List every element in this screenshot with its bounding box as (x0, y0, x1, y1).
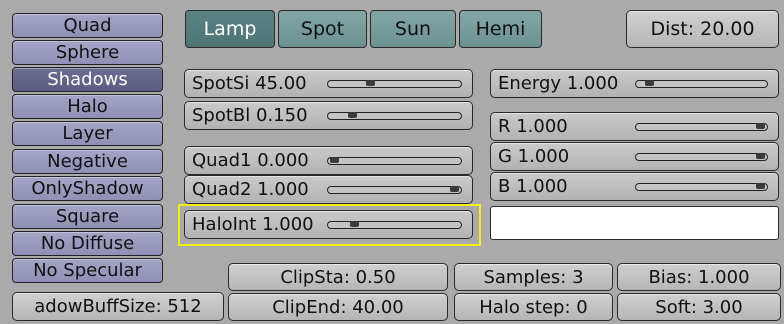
green-slider[interactable]: G 1.000 (490, 142, 779, 171)
spot-size-slider[interactable]: SpotSi 45.00 (184, 69, 473, 98)
slider-knob[interactable] (348, 111, 357, 118)
clip-end-field[interactable]: ClipEnd: 40.00 (228, 293, 448, 321)
quad2-slider[interactable]: Quad2 1.000 (184, 175, 473, 204)
slider-knob[interactable] (756, 152, 765, 159)
red-label: R 1.000 (498, 116, 568, 137)
clip-start-field[interactable]: ClipSta: 0.50 (228, 263, 448, 291)
sphere-toggle[interactable]: Sphere (12, 40, 163, 65)
no-specular-toggle[interactable]: No Specular (12, 258, 163, 283)
energy-label: Energy 1.000 (498, 73, 619, 94)
slider-track (327, 111, 462, 120)
slider-track (635, 182, 768, 191)
quad1-label: Quad1 0.000 (192, 150, 309, 171)
samples-field[interactable]: Samples: 3 (454, 263, 613, 291)
layer-toggle[interactable]: Layer (12, 121, 163, 146)
negative-toggle[interactable]: Negative (12, 149, 163, 174)
red-slider[interactable]: R 1.000 (490, 112, 779, 141)
slider-track (327, 79, 462, 88)
color-swatch[interactable] (490, 206, 779, 240)
slider-track (635, 79, 768, 88)
lamp-type-sun-tab[interactable]: Sun (370, 10, 456, 48)
lamp-type-spot-tab[interactable]: Spot (278, 10, 367, 48)
slider-knob[interactable] (756, 122, 765, 129)
shadows-toggle[interactable]: Shadows (12, 67, 163, 92)
slider-track (327, 156, 462, 165)
slider-track (327, 185, 462, 194)
green-label: G 1.000 (498, 146, 570, 167)
bias-field[interactable]: Bias: 1.000 (617, 263, 781, 291)
slider-knob[interactable] (450, 185, 459, 192)
halo-intensity-label: HaloInt 1.000 (192, 214, 314, 235)
shadow-buffer-size-field[interactable]: adowBuffSize: 512 (12, 292, 224, 321)
lamp-type-hemi-tab[interactable]: Hemi (459, 10, 542, 48)
blue-slider[interactable]: B 1.000 (490, 172, 779, 201)
onlyshadow-toggle[interactable]: OnlyShadow (12, 176, 163, 201)
slider-knob[interactable] (366, 79, 375, 86)
halo-step-field[interactable]: Halo step: 0 (454, 293, 613, 321)
spot-blend-label: SpotBl 0.150 (192, 105, 308, 126)
square-toggle[interactable]: Square (12, 204, 163, 229)
slider-knob[interactable] (330, 156, 339, 163)
soft-field[interactable]: Soft: 3.00 (617, 293, 781, 321)
spot-blend-slider[interactable]: SpotBl 0.150 (184, 101, 473, 130)
quad2-label: Quad2 1.000 (192, 179, 309, 200)
slider-knob[interactable] (645, 79, 655, 86)
lamp-type-lamp-tab[interactable]: Lamp (185, 10, 275, 48)
quad-toggle[interactable]: Quad (12, 13, 163, 38)
slider-track (635, 122, 768, 131)
blue-label: B 1.000 (498, 176, 568, 197)
quad1-slider[interactable]: Quad1 0.000 (184, 146, 473, 175)
slider-knob[interactable] (756, 182, 765, 189)
slider-knob[interactable] (350, 220, 360, 227)
slider-track (635, 152, 768, 161)
halo-intensity-slider[interactable]: HaloInt 1.000 (184, 210, 473, 239)
energy-slider[interactable]: Energy 1.000 (490, 69, 779, 98)
spot-size-label: SpotSi 45.00 (192, 73, 307, 94)
halo-toggle[interactable]: Halo (12, 94, 163, 119)
dist-field[interactable]: Dist: 20.00 (626, 10, 779, 48)
no-diffuse-toggle[interactable]: No Diffuse (12, 231, 163, 256)
slider-track (327, 220, 462, 229)
